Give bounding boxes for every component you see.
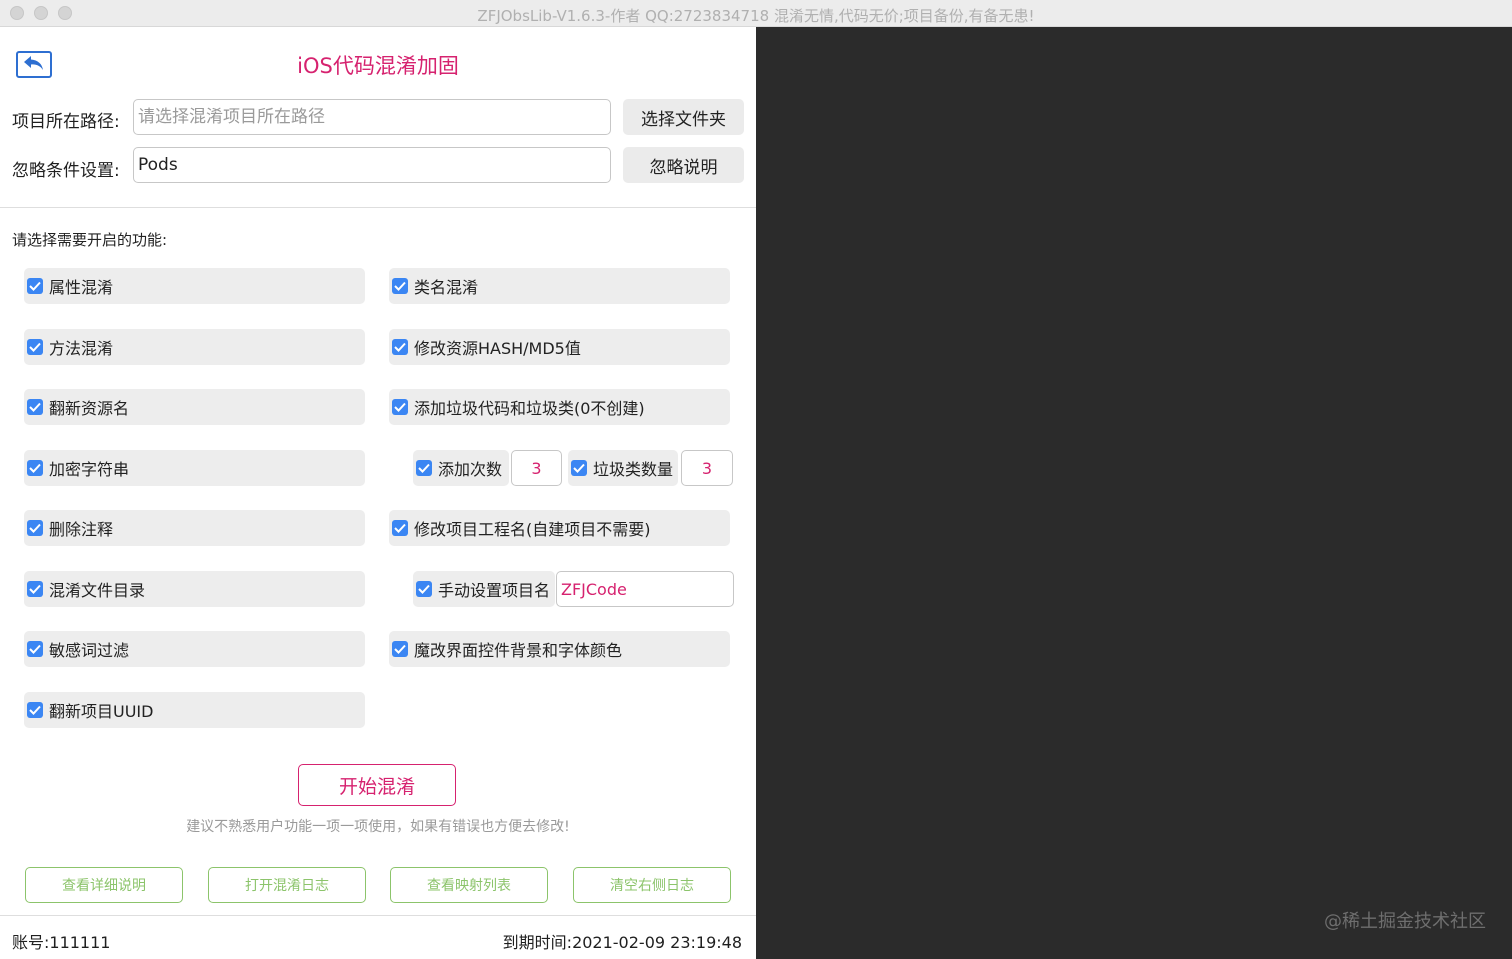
project-name-input[interactable] xyxy=(556,571,734,607)
option-label: 添加垃圾代码和垃圾类(0不创建) xyxy=(414,399,645,418)
checkbox-checked-icon[interactable] xyxy=(392,520,408,536)
option-manual-project-name[interactable]: 手动设置项目名 xyxy=(413,571,555,607)
option-modify-resource-hash[interactable]: 修改资源HASH/MD5值 xyxy=(389,329,730,365)
page-title: iOS代码混淆加固 xyxy=(297,54,459,78)
start-obfuscation-button[interactable]: 开始混淆 xyxy=(298,764,456,806)
expiry-label: 到期时间:2021-02-09 23:19:48 xyxy=(502,933,742,952)
checkbox-checked-icon[interactable] xyxy=(416,581,432,597)
junk-count-input[interactable] xyxy=(681,450,733,486)
ignore-help-button[interactable]: 忽略说明 xyxy=(623,147,744,183)
checkbox-checked-icon[interactable] xyxy=(392,339,408,355)
divider xyxy=(0,915,756,916)
option-label: 翻新资源名 xyxy=(49,399,130,418)
option-label: 修改项目工程名(自建项目不需要) xyxy=(414,520,651,539)
option-label: 删除注释 xyxy=(49,520,114,539)
checkbox-checked-icon[interactable] xyxy=(27,339,43,355)
option-rename-project[interactable]: 修改项目工程名(自建项目不需要) xyxy=(389,510,730,546)
config-pane: iOS代码混淆加固 项目所在路径: 选择文件夹 忽略条件设置: 忽略说明 请选择… xyxy=(0,27,756,959)
option-label: 垃圾类数量 xyxy=(593,460,674,479)
option-class-obfuscation[interactable]: 类名混淆 xyxy=(389,268,730,304)
clear-log-button[interactable]: 清空右侧日志 xyxy=(573,867,731,903)
option-sensitive-word-filter[interactable]: 敏感词过滤 xyxy=(24,631,365,667)
option-add-count[interactable]: 添加次数 xyxy=(413,450,509,486)
select-folder-button[interactable]: 选择文件夹 xyxy=(623,99,744,135)
option-add-junk-code[interactable]: 添加垃圾代码和垃圾类(0不创建) xyxy=(389,389,730,425)
checkbox-checked-icon[interactable] xyxy=(392,399,408,415)
option-label: 魔改界面控件背景和字体颜色 xyxy=(414,641,623,660)
view-mapping-button[interactable]: 查看映射列表 xyxy=(390,867,548,903)
option-encrypt-strings[interactable]: 加密字符串 xyxy=(24,450,365,486)
checkbox-checked-icon[interactable] xyxy=(27,641,43,657)
checkbox-checked-icon[interactable] xyxy=(27,581,43,597)
add-count-input[interactable] xyxy=(511,450,562,486)
ignore-label: 忽略条件设置: xyxy=(12,161,120,181)
log-panel[interactable]: @稀土掘金技术社区 xyxy=(756,27,1512,959)
option-label: 类名混淆 xyxy=(414,278,479,297)
window-titlebar: ZFJObsLib-V1.6.3-作者 QQ:2723834718 混淆无情,代… xyxy=(0,0,1512,27)
option-label: 混淆文件目录 xyxy=(49,581,146,600)
checkbox-checked-icon[interactable] xyxy=(392,278,408,294)
checkbox-checked-icon[interactable] xyxy=(416,460,432,476)
checkbox-checked-icon[interactable] xyxy=(27,460,43,476)
option-label: 方法混淆 xyxy=(49,339,114,358)
divider xyxy=(0,207,756,208)
ignore-input[interactable] xyxy=(133,147,611,183)
account-label: 账号:111111 xyxy=(12,933,111,952)
view-details-button[interactable]: 查看详细说明 xyxy=(25,867,183,903)
usage-hint: 建议不熟悉用户功能一项一项使用，如果有错误也方便去修改! xyxy=(186,819,570,835)
checkbox-checked-icon[interactable] xyxy=(27,278,43,294)
option-label: 加密字符串 xyxy=(49,460,130,479)
option-property-obfuscation[interactable]: 属性混淆 xyxy=(24,268,365,304)
checkbox-checked-icon[interactable] xyxy=(27,399,43,415)
path-label: 项目所在路径: xyxy=(12,112,120,132)
option-method-obfuscation[interactable]: 方法混淆 xyxy=(24,329,365,365)
option-obfuscate-directories[interactable]: 混淆文件目录 xyxy=(24,571,365,607)
checkbox-checked-icon[interactable] xyxy=(27,702,43,718)
option-label: 翻新项目UUID xyxy=(49,702,154,721)
watermark: @稀土掘金技术社区 xyxy=(1324,911,1486,932)
path-input[interactable] xyxy=(133,99,611,135)
checkbox-checked-icon[interactable] xyxy=(392,641,408,657)
option-label: 添加次数 xyxy=(438,460,503,479)
option-modify-ui-colors[interactable]: 魔改界面控件背景和字体颜色 xyxy=(389,631,730,667)
option-renew-resource-names[interactable]: 翻新资源名 xyxy=(24,389,365,425)
option-label: 手动设置项目名 xyxy=(438,581,551,600)
option-label: 属性混淆 xyxy=(49,278,114,297)
option-label: 敏感词过滤 xyxy=(49,641,130,660)
open-log-button[interactable]: 打开混淆日志 xyxy=(208,867,366,903)
option-renew-uuid[interactable]: 翻新项目UUID xyxy=(24,692,365,728)
option-remove-comments[interactable]: 删除注释 xyxy=(24,510,365,546)
option-label: 修改资源HASH/MD5值 xyxy=(414,339,581,358)
features-section-label: 请选择需要开启的功能: xyxy=(12,231,168,249)
checkbox-checked-icon[interactable] xyxy=(571,460,587,476)
option-junk-class-count[interactable]: 垃圾类数量 xyxy=(568,450,678,486)
window-title: ZFJObsLib-V1.6.3-作者 QQ:2723834718 混淆无情,代… xyxy=(477,7,1035,25)
checkbox-checked-icon[interactable] xyxy=(27,520,43,536)
